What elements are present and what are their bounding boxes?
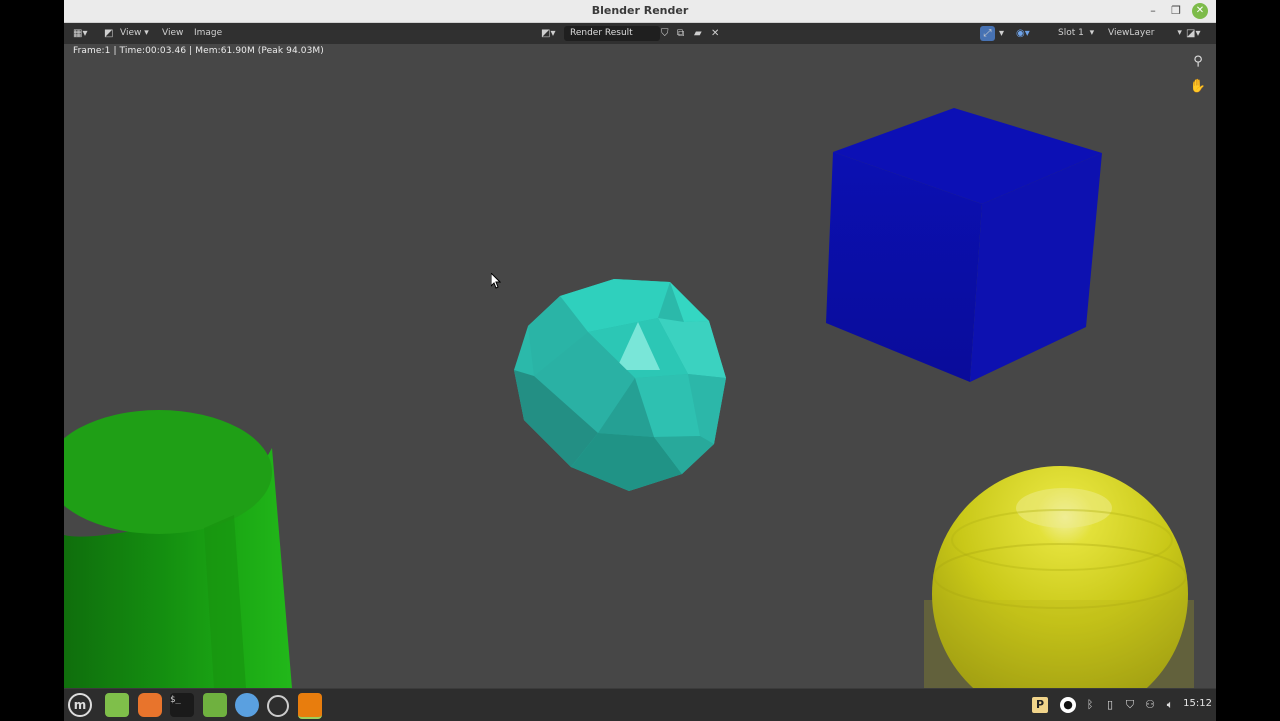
slot-select[interactable]: Slot 1 ▾ (1058, 27, 1094, 40)
view-layer-options-icon[interactable]: ◪▾ (1186, 26, 1200, 41)
folder-icon[interactable] (203, 693, 227, 717)
obs-tray-icon[interactable]: ● (1060, 697, 1076, 713)
image-mode-icon[interactable]: ◩ (104, 26, 113, 41)
display-channels-icon[interactable]: ◉▾ (1016, 26, 1030, 41)
unlink-image-icon[interactable]: ✕ (711, 26, 719, 41)
os-taskbar: m $_ P ● ᛒ ▯ ⛉ ⚇ 🔈︎ 15:12 (64, 688, 1216, 721)
left-letterbox (0, 0, 64, 688)
shield-icon[interactable]: ⛉ (1122, 697, 1138, 713)
window-titlebar: Blender Render – ❐ ✕ (64, 0, 1216, 23)
zoom-icon[interactable]: ⚲ (1189, 53, 1207, 71)
fake-user-shield-icon[interactable]: ⛉ (661, 26, 669, 41)
bluetooth-icon[interactable]: ᛒ (1082, 697, 1098, 713)
volume-icon[interactable]: 🔈︎ (1162, 697, 1178, 713)
cylinder-object (64, 410, 292, 688)
view-layer-select[interactable]: ViewLayer ▾ (1108, 27, 1182, 40)
slot-select-label: Slot 1 (1058, 28, 1084, 38)
open-image-folder-icon[interactable]: ▰ (694, 26, 702, 41)
blender-icon[interactable] (298, 693, 322, 719)
terminal-icon[interactable]: $_ (170, 693, 194, 717)
obs-icon[interactable] (267, 695, 289, 717)
pan-hand-icon[interactable]: ✋ (1189, 78, 1207, 96)
menu-image[interactable]: Image (194, 27, 222, 40)
maximize-button[interactable]: ❐ (1168, 3, 1184, 19)
image-editor-header: ▦▾ ◩ View ▾ View Image ◩▾ Render Result … (64, 23, 1216, 44)
menu-icon[interactable]: m (68, 693, 92, 717)
cube-object (826, 108, 1102, 382)
network-icon[interactable]: ⚇ (1142, 697, 1158, 713)
chromium-icon[interactable] (235, 693, 259, 717)
right-letterbox (1216, 0, 1280, 688)
firefox-icon[interactable] (138, 693, 162, 717)
image-browse-icon[interactable]: ◩▾ (541, 26, 555, 41)
minimize-button[interactable]: – (1145, 3, 1161, 19)
sample-tool-dropdown-icon[interactable]: ▾ (999, 26, 1004, 41)
clipboard-icon[interactable]: ▯ (1102, 697, 1118, 713)
window-title: Blender Render (591, 4, 689, 17)
view-layer-select-label: ViewLayer (1108, 28, 1155, 38)
menu-view-1[interactable]: View ▾ (120, 27, 149, 40)
blender-render-window: Blender Render – ❐ ✕ ▦▾ ◩ View ▾ View Im… (64, 0, 1216, 688)
menu-view-2[interactable]: View (162, 27, 183, 40)
menu-view-1-label: View (120, 28, 142, 38)
uv-sphere-object (924, 466, 1194, 688)
render-viewport[interactable] (64, 0, 1216, 688)
parcellite-tray-icon[interactable]: P (1032, 697, 1048, 713)
clock[interactable]: 15:12 (1183, 698, 1212, 709)
files-icon[interactable] (105, 693, 129, 717)
editor-type-icon[interactable]: ▦▾ (73, 26, 87, 41)
close-button[interactable]: ✕ (1192, 3, 1208, 19)
mouse-cursor-icon (491, 273, 501, 289)
image-name-field[interactable]: Render Result (564, 26, 660, 41)
new-image-icon[interactable]: ⧉ (677, 26, 684, 41)
sample-tool-icon[interactable]: ⤢ (980, 26, 995, 41)
render-stats: Frame:1 | Time:00:03.46 | Mem:61.90M (Pe… (73, 46, 324, 56)
icosphere-object (514, 279, 726, 491)
